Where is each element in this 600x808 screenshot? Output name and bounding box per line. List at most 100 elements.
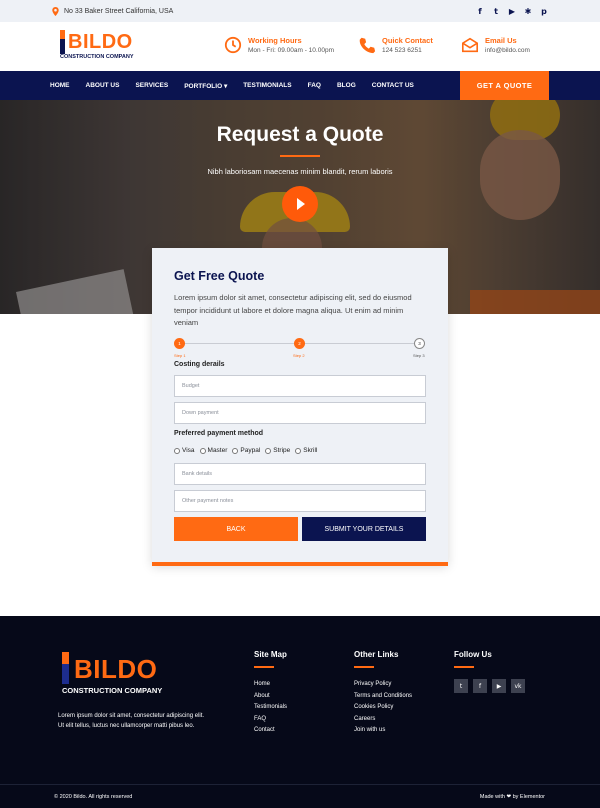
nav-testimonials[interactable]: TESTIMONIALS	[243, 82, 291, 89]
radio-stripe-label: Stripe	[273, 447, 291, 454]
get-a-quote-button[interactable]: GET A QUOTE	[460, 71, 549, 100]
sitemap-underline	[254, 666, 274, 668]
footer-socials: t f ▶ vk	[454, 679, 525, 693]
footer-logo-bar-inner	[62, 664, 69, 684]
radio-dot[interactable]	[232, 447, 239, 454]
follow-column: Follow Us t f ▶ vk	[454, 650, 525, 693]
address: No 33 Baker Street California, USA	[52, 6, 174, 16]
footer-description: Lorem ipsum dolor sit amet, consectetur …	[58, 713, 205, 729]
nav-faq[interactable]: FAQ	[308, 82, 321, 89]
radio-dot[interactable]	[199, 447, 206, 454]
nav-contact[interactable]: CONTACT US	[372, 82, 414, 89]
logo-subtitle: CONSTRUCTION COMPANY	[60, 54, 134, 60]
sitemap-title: Site Map	[254, 650, 287, 659]
made-with-credit[interactable]: Made with ❤ by Elementor	[480, 794, 545, 800]
top-socials: f t ▶ ✱ p	[476, 7, 548, 16]
hero-title: Request a Quote	[216, 123, 384, 146]
email-title: Email Us	[485, 36, 517, 45]
quote-form-card: Get Free Quote Lorem ipsum dolor sit ame…	[152, 248, 448, 566]
footer-link-home[interactable]: Home	[254, 679, 287, 691]
follow-title: Follow Us	[454, 650, 492, 659]
address-text: No 33 Baker Street California, USA	[64, 7, 174, 15]
logo-text: BILDO	[68, 31, 133, 53]
step-2-marker[interactable]: 2	[294, 338, 305, 349]
radio-dot[interactable]	[174, 447, 180, 454]
down-payment-input[interactable]: Down payment	[174, 402, 426, 424]
pinterest-icon[interactable]: p	[540, 7, 548, 16]
radio-master[interactable]: Master	[199, 447, 228, 454]
radio-paypal[interactable]: Paypal	[232, 447, 260, 454]
yelp-icon[interactable]: ✱	[524, 7, 532, 16]
step-3-marker[interactable]: 3	[414, 338, 425, 349]
other-links-underline	[354, 666, 374, 668]
envelope-icon	[461, 37, 479, 53]
form-description: Lorem ipsum dolor sit amet, consectetur …	[174, 293, 412, 327]
back-button[interactable]: BACK	[174, 517, 298, 541]
hours-value: Mon - Fri: 09.00am - 10.00pm	[248, 47, 334, 54]
payment-notes-input[interactable]: Other payment notes	[174, 490, 426, 512]
sitemap-column: Site Map Home About Testimonials FAQ Con…	[254, 650, 287, 737]
step-1-marker[interactable]: 1	[174, 338, 185, 349]
footer-logo-text: BILDO	[74, 654, 158, 684]
footer-link-contact[interactable]: Contact	[254, 725, 287, 737]
footer-link-privacy[interactable]: Privacy Policy	[354, 679, 412, 691]
radio-dot[interactable]	[295, 447, 302, 454]
footer-logo-subtitle: CONSTRUCTION COMPANY	[62, 686, 163, 695]
clock-icon	[224, 36, 242, 54]
step-2-label: Step 2	[293, 353, 305, 358]
email-us: Email Us info@bildo.com	[461, 36, 530, 55]
other-links-column: Other Links Privacy Policy Terms and Con…	[354, 650, 412, 737]
top-bar: No 33 Baker Street California, USA f t ▶…	[0, 0, 600, 22]
facebook-icon[interactable]: f	[476, 7, 484, 16]
footer-link-about[interactable]: About	[254, 691, 287, 703]
contact-value[interactable]: 124 523 6251	[382, 46, 433, 55]
step-progress: 1 2 3 Step 1 Step 2 Step 3	[174, 338, 426, 360]
play-video-button[interactable]	[282, 186, 318, 222]
nav-portfolio[interactable]: PORTFOLIO ▾	[184, 82, 227, 90]
twitter-icon[interactable]: t	[492, 7, 500, 16]
nav-services[interactable]: SERVICES	[135, 82, 168, 89]
hero-subtitle: Nibh laboriosam maecenas minim blandit, …	[207, 167, 393, 176]
hours-title: Working Hours	[248, 36, 302, 45]
nav-blog[interactable]: BLOG	[337, 82, 356, 89]
step-3-label: Step 3	[413, 353, 425, 358]
radio-master-label: Master	[207, 447, 228, 454]
facebook-icon[interactable]: f	[473, 679, 487, 693]
footer-link-terms[interactable]: Terms and Conditions	[354, 691, 412, 703]
footer-link-testimonials[interactable]: Testimonials	[254, 702, 287, 714]
site-footer: BILDO CONSTRUCTION COMPANY Lorem ipsum d…	[0, 616, 600, 808]
nav-about[interactable]: ABOUT US	[86, 82, 120, 89]
youtube-icon[interactable]: ▶	[508, 7, 516, 16]
other-links-title: Other Links	[354, 650, 399, 659]
submit-button[interactable]: SUBMIT YOUR DETAILS	[302, 517, 426, 541]
quick-contact: Quick Contact 124 523 6251	[358, 36, 433, 55]
youtube-icon[interactable]: ▶	[492, 679, 506, 693]
footer-divider	[0, 784, 600, 785]
vk-icon[interactable]: vk	[511, 679, 525, 693]
form-title: Get Free Quote	[174, 269, 265, 283]
bank-details-input[interactable]: Bank details	[174, 463, 426, 485]
site-header: BILDO CONSTRUCTION COMPANY Working Hours…	[0, 22, 600, 71]
radio-visa-label: Visa	[182, 447, 195, 454]
footer-link-join[interactable]: Join with us	[354, 725, 412, 737]
card-accent-bar	[152, 562, 448, 566]
footer-link-cookies[interactable]: Cookies Policy	[354, 702, 412, 714]
footer-link-faq[interactable]: FAQ	[254, 714, 287, 726]
radio-dot[interactable]	[265, 447, 272, 454]
step-1-label: Step 1	[174, 353, 186, 358]
main-nav: HOME ABOUT US SERVICES PORTFOLIO ▾ TESTI…	[0, 71, 600, 100]
footer-link-careers[interactable]: Careers	[354, 714, 412, 726]
radio-skrill[interactable]: Skrill	[295, 447, 317, 454]
email-value[interactable]: info@bildo.com	[485, 46, 530, 55]
budget-input[interactable]: Budget	[174, 375, 426, 397]
radio-paypal-label: Paypal	[240, 447, 261, 454]
twitter-icon[interactable]: t	[454, 679, 468, 693]
working-hours: Working Hours Mon - Fri: 09.00am - 10.00…	[224, 36, 334, 55]
nav-home[interactable]: HOME	[50, 82, 70, 89]
logo-bar-inner	[60, 39, 65, 54]
payment-method-label: Preferred payment method	[174, 430, 264, 437]
follow-underline	[454, 666, 474, 668]
costing-details-label: Costing derails	[174, 361, 225, 368]
radio-stripe[interactable]: Stripe	[265, 447, 290, 454]
radio-visa[interactable]: Visa	[174, 447, 195, 454]
